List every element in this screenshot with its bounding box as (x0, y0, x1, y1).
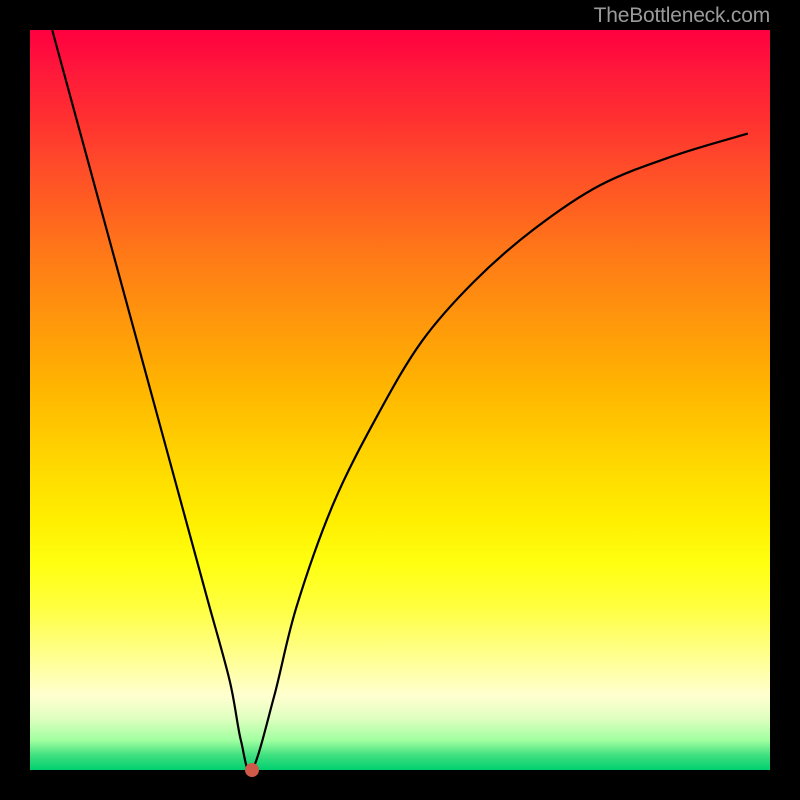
curve-svg (30, 30, 770, 770)
plot-area (30, 30, 770, 770)
watermark-text: TheBottleneck.com (594, 4, 770, 28)
bottleneck-curve-path (52, 30, 748, 770)
optimum-marker-dot (245, 763, 259, 777)
chart-frame: TheBottleneck.com (0, 0, 800, 800)
